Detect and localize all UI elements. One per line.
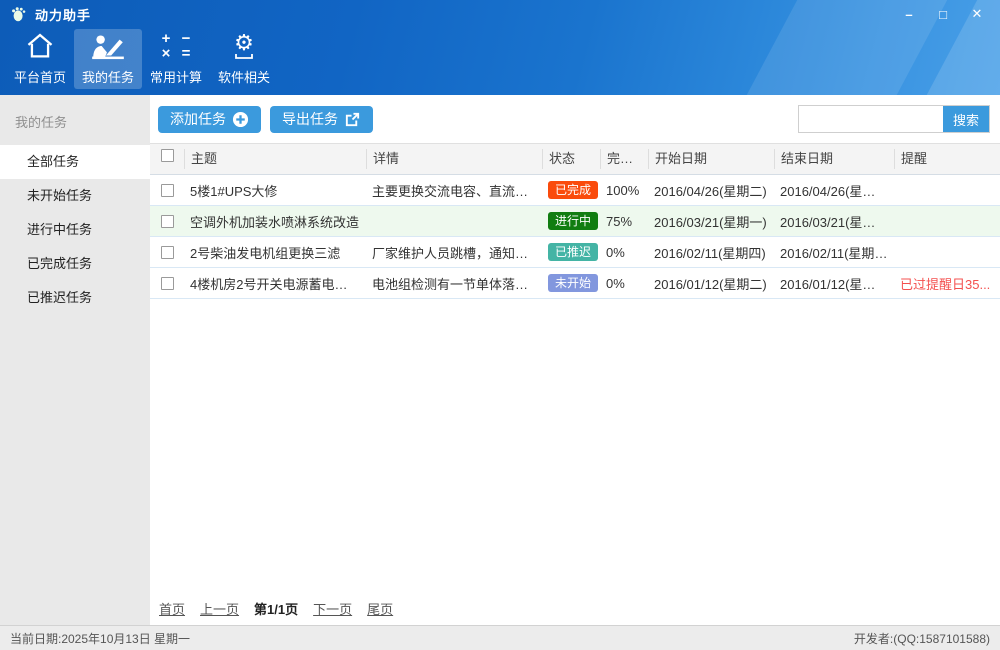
task-start-date: 2016/02/11(星期四) (648, 243, 774, 262)
task-completion-rate: 75% (600, 214, 648, 229)
page-last-link[interactable]: 尾页 (367, 599, 393, 618)
export-task-button[interactable]: 导出任务 (270, 106, 373, 133)
search-button[interactable]: 搜索 (943, 106, 989, 132)
my-tasks-icon (89, 30, 127, 62)
status-badge: 未开始 (548, 274, 598, 292)
task-detail: 电池组检测有一节单体落后，... (366, 274, 542, 293)
nav-item-software[interactable]: ⚙ 软件相关 (210, 29, 278, 89)
times-glyph: × (159, 47, 173, 61)
nav-label: 软件相关 (218, 67, 270, 86)
app-title: 动力助手 (35, 5, 91, 24)
header-subject[interactable]: 主题 (184, 149, 366, 169)
main-nav: 平台首页 我的任务 + − × (0, 28, 1000, 95)
minus-glyph: − (179, 32, 193, 46)
row-checkbox[interactable] (161, 246, 174, 259)
task-end-date: 2016/01/12(星期二) (774, 274, 894, 293)
export-task-label: 导出任务 (282, 109, 338, 129)
page-prev-link[interactable]: 上一页 (200, 599, 239, 618)
task-end-date: 2016/04/26(星期二) (774, 181, 894, 200)
table-row[interactable]: 2号柴油发电机组更换三滤 厂家维护人员跳槽，通知延期... 已推迟 0% 201… (150, 237, 1000, 268)
task-start-date: 2016/04/26(星期二) (648, 181, 774, 200)
sidebar: 我的任务 全部任务 未开始任务 进行中任务 已完成任务 已推迟任务 (0, 95, 150, 625)
sidebar-item-completed[interactable]: 已完成任务 (0, 247, 150, 281)
task-table: 主题 详情 状态 完成率 开始日期 结束日期 提醒 5楼1#UPS大修 主要更换… (150, 143, 1000, 299)
close-button[interactable]: ✕ (964, 4, 990, 24)
status-badge: 已完成 (548, 181, 598, 199)
content-area: 添加任务 导出任务 搜索 (150, 95, 1000, 625)
sidebar-item-all-tasks[interactable]: 全部任务 (0, 145, 150, 179)
task-completion-rate: 0% (600, 245, 648, 260)
plus-glyph: + (159, 32, 173, 46)
header-reminder[interactable]: 提醒 (894, 149, 1000, 169)
task-end-date: 2016/03/21(星期一) (774, 212, 894, 231)
sidebar-item-not-started[interactable]: 未开始任务 (0, 179, 150, 213)
row-checkbox[interactable] (161, 215, 174, 228)
nav-item-my-tasks[interactable]: 我的任务 (74, 29, 142, 89)
titlebar: 动力助手 – □ ✕ (0, 0, 1000, 28)
developer-text: 开发者:(QQ:1587101588) (854, 630, 990, 647)
task-subject: 5楼1#UPS大修 (184, 181, 366, 200)
header-detail[interactable]: 详情 (366, 149, 542, 169)
task-reminder: 已过提醒日35... (894, 274, 1000, 293)
table-row[interactable]: 空调外机加装水喷淋系统改造 进行中 75% 2016/03/21(星期一) 20… (150, 206, 1000, 237)
header-rate[interactable]: 完成率 (600, 149, 648, 169)
app-logo-icon (10, 5, 28, 23)
app-header: 动力助手 – □ ✕ 平台首页 (0, 0, 1000, 95)
add-task-button[interactable]: 添加任务 (158, 106, 261, 133)
window-controls: – □ ✕ (896, 4, 990, 24)
task-detail: 厂家维护人员跳槽，通知延期... (366, 243, 542, 262)
software-icon: ⚙ (234, 30, 254, 62)
nav-label: 常用计算 (150, 67, 202, 86)
page-first-link[interactable]: 首页 (159, 599, 185, 618)
task-subject: 空调外机加装水喷淋系统改造 (184, 212, 366, 231)
minimize-button[interactable]: – (896, 4, 922, 24)
page-next-link[interactable]: 下一页 (313, 599, 352, 618)
task-end-date: 2016/02/11(星期四) (774, 243, 894, 262)
toolbar: 添加任务 导出任务 搜索 (150, 95, 1000, 143)
select-all-checkbox[interactable] (161, 149, 174, 162)
status-badge: 进行中 (548, 212, 598, 230)
task-subject: 4楼机房2号开关电源蓄电池组... (184, 274, 366, 293)
task-subject: 2号柴油发电机组更换三滤 (184, 243, 366, 262)
sidebar-item-in-progress[interactable]: 进行中任务 (0, 213, 150, 247)
current-date-text: 当前日期:2025年10月13日 星期一 (10, 630, 190, 647)
nav-label: 我的任务 (82, 67, 134, 86)
maximize-button[interactable]: □ (930, 4, 956, 24)
table-header-row: 主题 详情 状态 完成率 开始日期 结束日期 提醒 (150, 143, 1000, 175)
sidebar-item-postponed[interactable]: 已推迟任务 (0, 281, 150, 315)
row-checkbox[interactable] (161, 277, 174, 290)
nav-item-platform-home[interactable]: 平台首页 (6, 29, 74, 89)
empty-area (150, 299, 1000, 591)
header-start-date[interactable]: 开始日期 (648, 149, 774, 169)
calculator-icon: + − × = (159, 30, 193, 62)
sidebar-header: 我的任务 (0, 95, 150, 145)
page-indicator: 第1/1页 (254, 599, 298, 618)
equals-glyph: = (179, 47, 193, 61)
row-checkbox[interactable] (161, 184, 174, 197)
select-all-cell (150, 149, 184, 169)
status-badge: 已推迟 (548, 243, 598, 261)
add-task-label: 添加任务 (170, 109, 226, 129)
app-window: 动力助手 – □ ✕ 平台首页 (0, 0, 1000, 650)
task-detail: 主要更换交流电容、直流电容... (366, 181, 542, 200)
task-table-body: 5楼1#UPS大修 主要更换交流电容、直流电容... 已完成 100% 2016… (150, 175, 1000, 299)
nav-label: 平台首页 (14, 67, 66, 86)
search-input[interactable] (799, 106, 943, 132)
task-completion-rate: 0% (600, 276, 648, 291)
table-row[interactable]: 5楼1#UPS大修 主要更换交流电容、直流电容... 已完成 100% 2016… (150, 175, 1000, 206)
export-icon (344, 111, 361, 128)
header-status[interactable]: 状态 (542, 149, 600, 169)
header-end-date[interactable]: 结束日期 (774, 149, 894, 169)
task-completion-rate: 100% (600, 183, 648, 198)
home-icon (25, 30, 55, 62)
nav-item-calculations[interactable]: + − × = 常用计算 (142, 29, 210, 89)
pagination: 首页 上一页 第1/1页 下一页 尾页 (150, 591, 1000, 625)
plus-circle-icon (232, 111, 249, 128)
task-start-date: 2016/03/21(星期一) (648, 212, 774, 231)
search-box: 搜索 (798, 105, 990, 133)
table-row[interactable]: 4楼机房2号开关电源蓄电池组... 电池组检测有一节单体落后，... 未开始 0… (150, 268, 1000, 299)
status-bar: 当前日期:2025年10月13日 星期一 开发者:(QQ:1587101588) (0, 625, 1000, 650)
task-start-date: 2016/01/12(星期二) (648, 274, 774, 293)
